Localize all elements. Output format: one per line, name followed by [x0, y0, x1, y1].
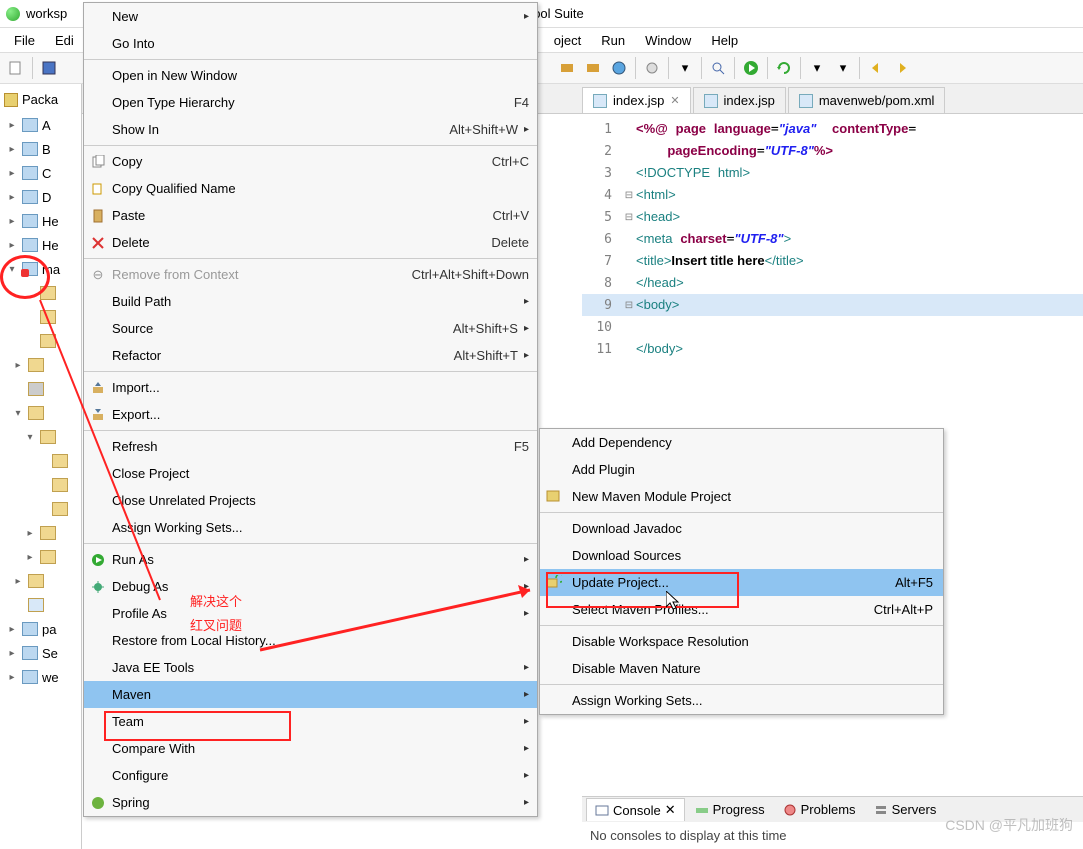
submenu-disable-workspace[interactable]: Disable Workspace Resolution	[540, 628, 943, 655]
menu-open-type-hierarchy[interactable]: Open Type HierarchyF4	[84, 89, 537, 116]
submenu-disable-nature[interactable]: Disable Maven Nature	[540, 655, 943, 682]
progress-tab[interactable]: Progress	[687, 799, 773, 820]
menu-refactor[interactable]: RefactorAlt+Shift+T▸	[84, 342, 537, 369]
context-menu: New▸ Go Into Open in New Window Open Typ…	[83, 2, 538, 817]
menu-maven[interactable]: Maven▸	[84, 681, 537, 708]
run-icon	[90, 552, 106, 568]
menu-java-ee-tools[interactable]: Java EE Tools▸	[84, 654, 537, 681]
editor-tab[interactable]: index.jsp	[693, 87, 786, 113]
tb-icon-2[interactable]	[581, 56, 605, 80]
menu-close-unrelated[interactable]: Close Unrelated Projects	[84, 487, 537, 514]
editor-tab[interactable]: mavenweb/pom.xml	[788, 87, 946, 113]
new-button[interactable]	[4, 56, 28, 80]
menu-run-as[interactable]: Run As▸	[84, 546, 537, 573]
servers-tab[interactable]: Servers	[866, 799, 945, 820]
tb-icon-3[interactable]	[640, 56, 664, 80]
menu-project[interactable]: oject	[546, 31, 589, 50]
submenu-download-sources[interactable]: Download Sources	[540, 542, 943, 569]
project-tree[interactable]: ▸A ▸B ▸C ▸D ▸He ▸He ▾ma ▸ ▾ ▾ ▸ ▸ ▸ ▸pa …	[0, 109, 81, 689]
maven-submenu: Add Dependency Add Plugin New Maven Modu…	[539, 428, 944, 715]
close-icon[interactable]: ✕	[670, 94, 679, 107]
problems-tab[interactable]: Problems	[775, 799, 864, 820]
menu-delete[interactable]: DeleteDelete	[84, 229, 537, 256]
menu-restore-history[interactable]: Restore from Local History...	[84, 627, 537, 654]
paste-icon	[90, 208, 106, 224]
console-tab[interactable]: Console✕	[586, 798, 685, 821]
menu-source[interactable]: SourceAlt+Shift+S▸	[84, 315, 537, 342]
menu-assign-ws[interactable]: Assign Working Sets...	[84, 514, 537, 541]
remove-context-icon: ⊖	[90, 267, 106, 283]
menu-copy[interactable]: CopyCtrl+C	[84, 148, 537, 175]
menu-build-path[interactable]: Build Path▸	[84, 288, 537, 315]
package-explorer: Packa ▸A ▸B ▸C ▸D ▸He ▸He ▾ma ▸ ▾ ▾ ▸ ▸ …	[0, 84, 82, 849]
menu-show-in[interactable]: Show InAlt+Shift+W▸	[84, 116, 537, 143]
jsp-icon	[704, 94, 718, 108]
import-icon	[90, 380, 106, 396]
copy-icon	[90, 154, 106, 170]
menu-team[interactable]: Team▸	[84, 708, 537, 735]
submenu-download-javadoc[interactable]: Download Javadoc	[540, 515, 943, 542]
submenu-add-plugin[interactable]: Add Plugin	[540, 456, 943, 483]
window-title: worksp	[26, 6, 67, 21]
submenu-select-profiles[interactable]: Select Maven Profiles...Ctrl+Alt+P	[540, 596, 943, 623]
error-project-icon	[22, 262, 38, 276]
menu-run[interactable]: Run	[593, 31, 633, 50]
menu-open-new-window[interactable]: Open in New Window	[84, 62, 537, 89]
menu-debug-as[interactable]: Debug As▸	[84, 573, 537, 600]
package-explorer-header: Packa	[0, 90, 81, 109]
jsp-icon	[593, 94, 607, 108]
menu-window[interactable]: Window	[637, 31, 699, 50]
submenu-new-module[interactable]: New Maven Module Project	[540, 483, 943, 510]
menu-compare[interactable]: Compare With▸	[84, 735, 537, 762]
tree-item-error[interactable]: ▾ma	[6, 257, 81, 281]
menu-profile-as[interactable]: Profile As▸	[84, 600, 537, 627]
xml-icon	[799, 94, 813, 108]
menu-edit[interactable]: Edi	[47, 31, 82, 50]
menu-spring[interactable]: Spring▸	[84, 789, 537, 816]
menu-import[interactable]: Import...	[84, 374, 537, 401]
package-icon	[4, 93, 18, 107]
tb-relaunch-icon[interactable]	[772, 56, 796, 80]
editor-tab-active[interactable]: index.jsp✕	[582, 87, 691, 113]
menu-help[interactable]: Help	[703, 31, 746, 50]
debug-icon	[90, 579, 106, 595]
menu-export[interactable]: Export...	[84, 401, 537, 428]
menu-refresh[interactable]: RefreshF5	[84, 433, 537, 460]
submenu-add-dependency[interactable]: Add Dependency	[540, 429, 943, 456]
menu-paste[interactable]: PasteCtrl+V	[84, 202, 537, 229]
tb-globe-icon[interactable]	[607, 56, 631, 80]
export-icon	[90, 407, 106, 423]
menu-copy-qualified[interactable]: Copy Qualified Name	[84, 175, 537, 202]
tb-icon-6[interactable]: ▾	[831, 56, 855, 80]
spring-icon	[90, 795, 106, 811]
menu-go-into[interactable]: Go Into	[84, 30, 537, 57]
tb-search-icon[interactable]	[706, 56, 730, 80]
menu-configure[interactable]: Configure▸	[84, 762, 537, 789]
tb-icon-4[interactable]: ▾	[673, 56, 697, 80]
submenu-update-project[interactable]: Update Project...Alt+F5	[540, 569, 943, 596]
tb-icon-5[interactable]: ▾	[805, 56, 829, 80]
tb-fwd-icon[interactable]	[890, 56, 914, 80]
tb-icon-1[interactable]	[555, 56, 579, 80]
tb-run-icon[interactable]	[739, 56, 763, 80]
watermark: CSDN @平凡加班狗	[945, 815, 1073, 835]
delete-icon	[90, 235, 106, 251]
menu-remove-context: ⊖Remove from ContextCtrl+Alt+Shift+Down	[84, 261, 537, 288]
menu-file[interactable]: File	[6, 31, 43, 50]
maven-module-icon	[546, 489, 564, 505]
save-button[interactable]	[37, 56, 61, 80]
copy-qualified-icon	[90, 181, 106, 197]
submenu-assign-ws[interactable]: Assign Working Sets...	[540, 687, 943, 714]
tb-back-icon[interactable]	[864, 56, 888, 80]
menu-new[interactable]: New▸	[84, 3, 537, 30]
update-project-icon	[546, 575, 564, 591]
title-tail: ool Suite	[533, 6, 584, 21]
menu-close-project[interactable]: Close Project	[84, 460, 537, 487]
eclipse-icon	[6, 7, 20, 21]
